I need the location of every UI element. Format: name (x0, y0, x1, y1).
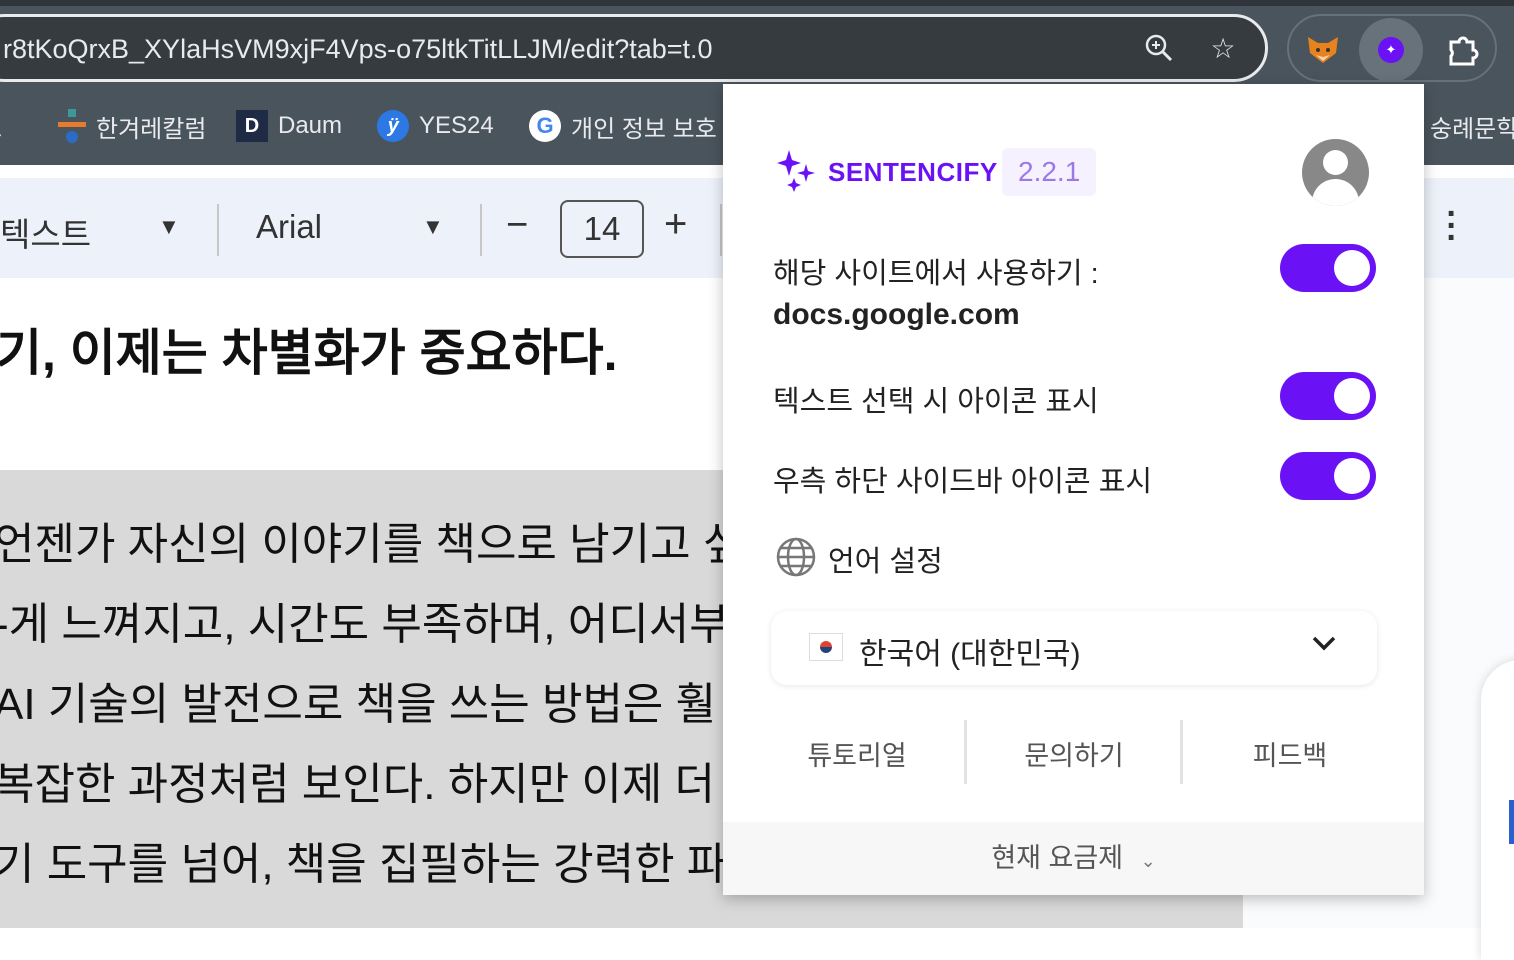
increase-font-size-button[interactable]: + (664, 202, 687, 247)
bookmark-yes24[interactable]: ÿ YES24 (377, 104, 494, 148)
font-size-input[interactable]: 14 (560, 200, 644, 258)
feedback-link[interactable]: 피드백 (1182, 734, 1398, 773)
google-icon: G (529, 110, 561, 142)
tutorial-link[interactable]: 튜토리얼 (749, 734, 965, 773)
extensions-puzzle-icon[interactable] (1431, 18, 1495, 82)
font-select[interactable]: Arial (256, 208, 322, 246)
document-line[interactable]: AI 기술의 발전으로 책을 쓰는 방법은 훨 (0, 668, 716, 732)
current-plan-button[interactable]: 현재 요금제 ⌄ (723, 822, 1424, 895)
extensions-group: ✦ (1287, 14, 1497, 82)
bookmark-star-icon[interactable]: ☆ (1207, 33, 1239, 65)
document-line[interactable]: 복잡한 과정처럼 보인다. 하지만 이제 더 (0, 748, 715, 812)
toolbar-divider (217, 204, 219, 256)
style-select[interactable]: 텍스트 (0, 208, 91, 256)
font-dropdown-icon[interactable]: ▼ (422, 214, 444, 240)
text-select-icon-toggle[interactable] (1280, 372, 1376, 420)
document-line[interactable]: 언젠가 자신의 이야기를 책으로 남기고 싶다 (0, 508, 784, 572)
daum-icon: D (236, 110, 268, 142)
site-domain: docs.google.com (773, 298, 1020, 331)
document-line[interactable]: 기 도구를 넘어, 책을 집필하는 강력한 파 (0, 828, 727, 892)
current-plan-label: 현재 요금제 (991, 843, 1124, 873)
toolbar-divider (720, 204, 722, 256)
chevron-down-icon (1311, 633, 1337, 658)
bookmark-label: YES24 (419, 112, 494, 139)
sidebar-icon-label: 우측 하단 사이드바 아이콘 표시 (773, 466, 1153, 498)
toolbar-divider (480, 204, 482, 256)
avatar-icon[interactable] (1302, 139, 1369, 206)
hankyoreh-icon (58, 109, 86, 143)
bookmark-label: 개인 정보 보호 ! (571, 115, 731, 143)
document-line[interactable]: -게 느껴지고, 시간도 부족하며, 어디서부 (0, 588, 730, 652)
site-usage-toggle[interactable] (1280, 244, 1376, 292)
bookmark-label: 교 (0, 109, 2, 144)
yes24-icon: ÿ (377, 110, 409, 142)
zoom-icon[interactable] (1143, 33, 1175, 65)
sentencify-sparkle-icon: ✦ (1378, 37, 1404, 63)
style-dropdown-icon[interactable]: ▼ (158, 214, 180, 240)
bookmark-label: 한겨레칼럼 (96, 115, 207, 143)
bookmark-item[interactable]: 숭례문학 (1430, 104, 1514, 148)
language-select[interactable]: 한국어 (대한민국) (771, 611, 1377, 685)
bookmark-daum[interactable]: D Daum (236, 104, 342, 148)
contact-link[interactable]: 문의하기 (966, 734, 1182, 773)
language-heading: 언어 설정 (828, 546, 943, 578)
address-bar[interactable]: r8tKoQrxB_XYlaHsVM9xjF4Vps-o75ltkTitLLJM… (0, 14, 1268, 82)
more-options-icon[interactable]: · · · (1444, 197, 1460, 255)
language-value: 한국어 (대한민국) (859, 638, 1081, 671)
bookmark-google-privacy[interactable]: G 개인 정보 보호 ! (529, 104, 730, 148)
globe-icon (775, 536, 817, 583)
text-select-icon-label: 텍스트 선택 시 아이콘 표시 (773, 386, 1099, 418)
sentencify-extension-button[interactable]: ✦ (1359, 18, 1423, 82)
document-heading[interactable]: 기, 이제는 차별화가 중요하다. (0, 313, 617, 385)
plan-chevron-down-icon: ⌄ (1140, 851, 1156, 871)
version-badge: 2.2.1 (1002, 148, 1097, 196)
bookmark-label: 숭례문학 (1430, 115, 1514, 143)
decrease-font-size-button[interactable]: − (506, 204, 528, 247)
tab-strip (0, 0, 1514, 6)
sentencify-popup: SENTENCIFY 2.2.1 해당 사이트에서 사용하기 : docs.go… (723, 84, 1424, 895)
url-text[interactable]: r8tKoQrxB_XYlaHsVM9xjF4Vps-o75ltkTitLLJM… (3, 34, 713, 65)
bookmark-label: Daum (278, 112, 343, 139)
sidebar-icon-toggle[interactable] (1280, 452, 1376, 500)
sidebar-widget[interactable] (1481, 660, 1514, 960)
brand-name: SENTENCIFY (828, 157, 998, 187)
widget-mark (1509, 800, 1514, 844)
korea-flag-icon (809, 633, 843, 661)
bookmark-hankyoreh[interactable]: 한겨레칼럼 (58, 104, 206, 148)
sentencify-logo-icon (777, 150, 817, 197)
metamask-fox-icon[interactable] (1291, 18, 1355, 82)
bookmark-item[interactable]: 교 (0, 104, 2, 148)
site-usage-label: 해당 사이트에서 사용하기 : (773, 258, 1099, 290)
